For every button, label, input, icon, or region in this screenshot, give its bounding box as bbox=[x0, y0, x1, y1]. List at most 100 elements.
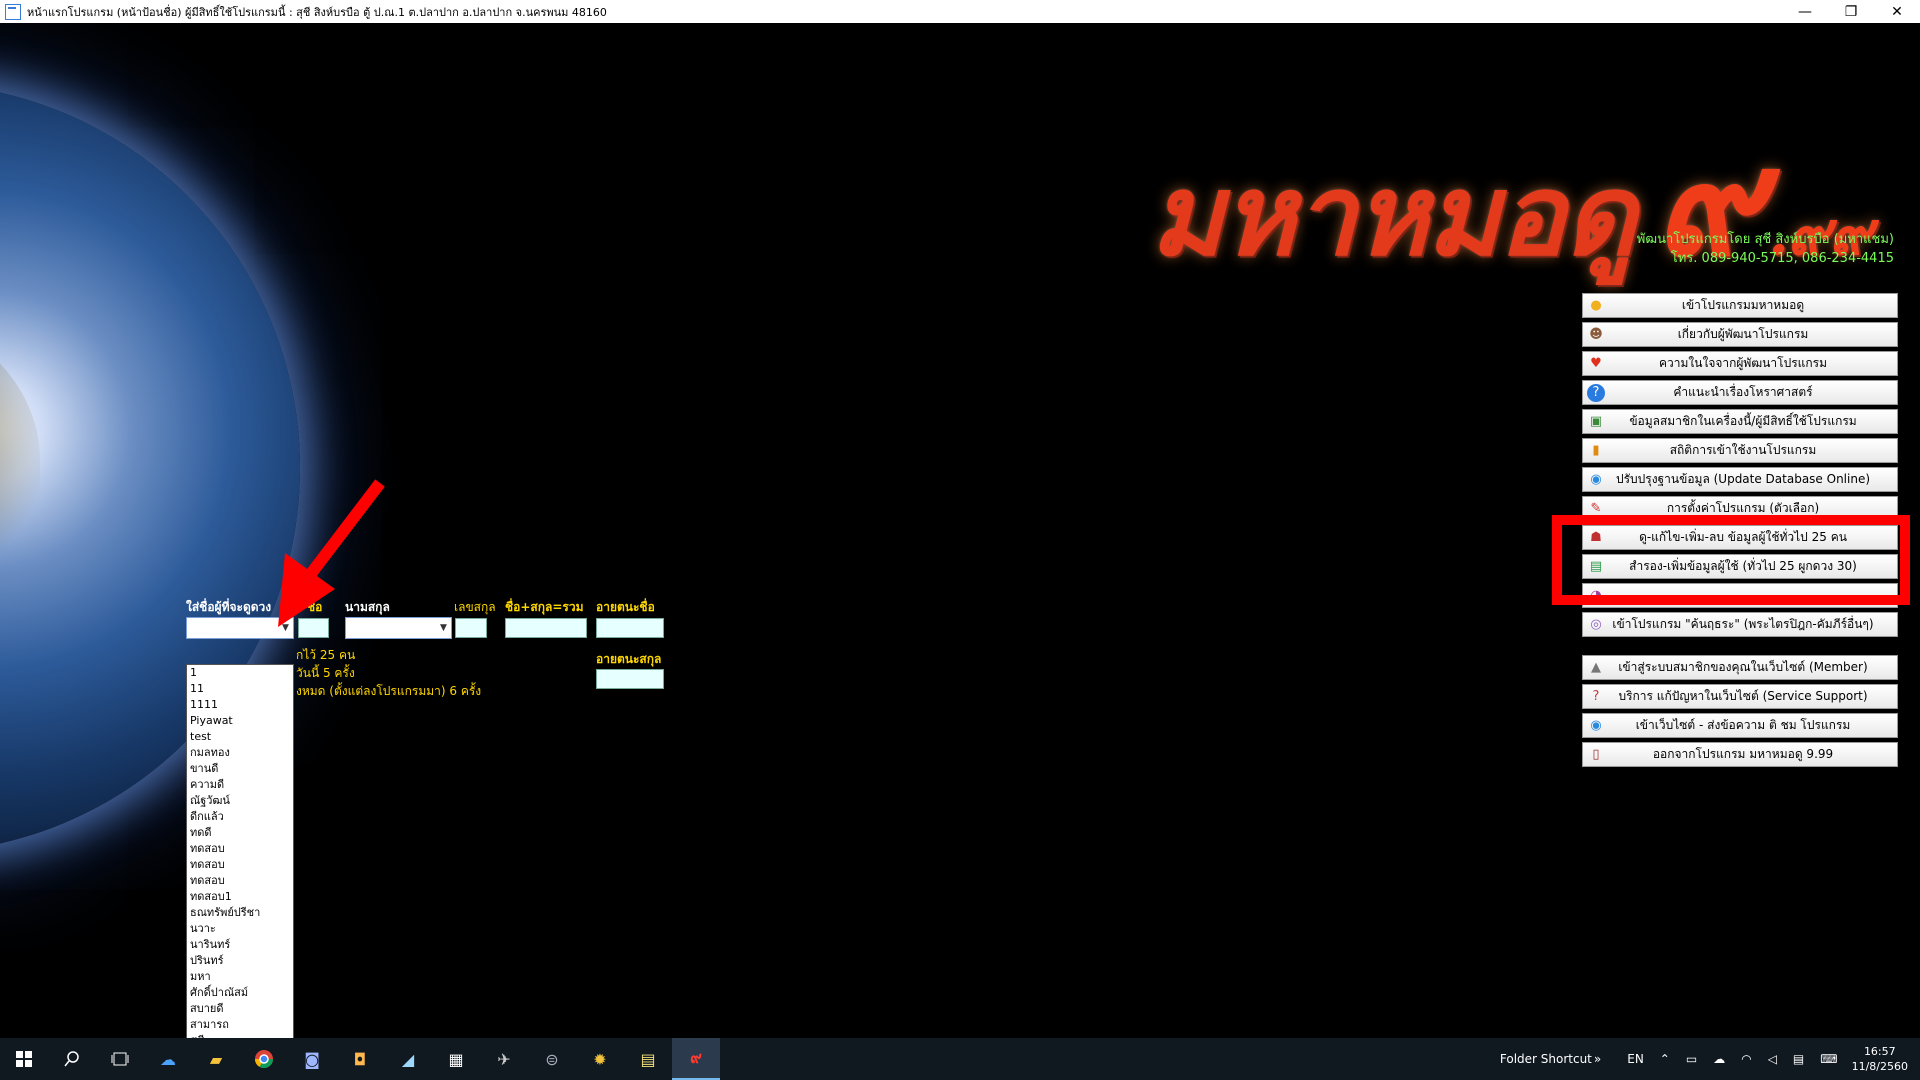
app-home-icon bbox=[5, 3, 21, 20]
menu-button-label: คำแนะนำเรื่องโหราศาสตร์ bbox=[1673, 385, 1813, 399]
red-arrow-icon bbox=[278, 479, 385, 627]
clock-date: 11/8/2560 bbox=[1851, 1060, 1908, 1073]
restore-button[interactable]: ❐ bbox=[1828, 0, 1874, 23]
app-icon-1[interactable]: ◙ bbox=[288, 1038, 336, 1080]
taskbar: ☁ ▰ ◙ ◘ ◢ ▦ ✈ ⊜ ✹ ▤ ๙ Folder Shortcut » … bbox=[0, 1038, 1920, 1080]
age-name-label: อายตนะชื่อ bbox=[596, 600, 655, 614]
menu-button-a-11[interactable]: ◎ เข้าโปรแกรม "ค้นฤธระ" (พระไตรปิฎก-คัมภี… bbox=[1582, 612, 1898, 637]
orb-icon: ● bbox=[1590, 298, 1602, 313]
sum-label: ชื่อ+สกุล=รวม bbox=[505, 600, 584, 614]
language-indicator[interactable]: EN bbox=[1627, 1052, 1644, 1066]
menu-button-a-5[interactable]: ▮ สถิติการเข้าใช้งานโปรแกรม bbox=[1582, 438, 1898, 463]
menu-button-label: เข้าเว็บไซต์ - ส่งข้อความ ติ ชม โปรแกรม bbox=[1635, 718, 1851, 732]
help-icon: ? bbox=[1587, 383, 1605, 402]
age-surname-label: อายตนะสกุล bbox=[596, 652, 662, 666]
search-icon[interactable] bbox=[48, 1038, 96, 1080]
dropdown-option[interactable]: Piyawat bbox=[187, 713, 293, 729]
app-icon-2[interactable]: ◘ bbox=[336, 1038, 384, 1080]
dropdown-option[interactable]: ดีกแล้ว bbox=[187, 809, 293, 825]
person-icon: ☻ bbox=[1589, 327, 1603, 342]
menu-button-label: เกี่ยวกับผู้พัฒนาโปรแกรม bbox=[1677, 327, 1809, 341]
credit-line-2: โทร. 089-940-5715, 086-234-4415 bbox=[1670, 251, 1894, 266]
highlight-box bbox=[1552, 515, 1910, 605]
dropdown-option[interactable]: นวาะ bbox=[187, 921, 293, 937]
menu-button-label: ออกจากโปรแกรม มหาหมอดู 9.99 bbox=[1652, 747, 1834, 761]
menu-button-b-0[interactable]: ▲ เข้าสู่ระบบสมาชิกของคุณในเว็บไซต์ (Memb… bbox=[1582, 655, 1898, 680]
dropdown-option[interactable]: ทดดี bbox=[187, 825, 293, 841]
menu-button-a-0[interactable]: ● เข้าโปรแกรมมหาหมอดู bbox=[1582, 293, 1898, 318]
folder-shortcut-label[interactable]: Folder Shortcut bbox=[1500, 1052, 1592, 1066]
notification-icon[interactable]: ▤ bbox=[1793, 1052, 1804, 1066]
windows-start-icon[interactable] bbox=[0, 1038, 48, 1080]
dropdown-option[interactable]: มหา bbox=[187, 969, 293, 985]
toolbar-chevron-icon[interactable]: » bbox=[1594, 1052, 1601, 1066]
app-icon-4[interactable]: ✈ bbox=[480, 1038, 528, 1080]
dropdown-option[interactable]: ณัฐวัฒน์ bbox=[187, 793, 293, 809]
dropdown-option[interactable]: ขานดี bbox=[187, 761, 293, 777]
minimize-button[interactable]: — bbox=[1782, 0, 1828, 23]
dropdown-option[interactable]: ความดี bbox=[187, 777, 293, 793]
close-button[interactable]: ✕ bbox=[1874, 0, 1920, 23]
clock[interactable]: 16:57 11/8/2560 bbox=[1852, 1044, 1908, 1074]
file-explorer-icon[interactable]: ▰ bbox=[192, 1038, 240, 1080]
dropdown-option[interactable]: ปรินทร์ bbox=[187, 953, 293, 969]
dropdown-option[interactable]: สบายดี bbox=[187, 1001, 293, 1017]
dropdown-option[interactable]: ธณทรัพย์ปรีชา bbox=[187, 905, 293, 921]
question-icon: ? bbox=[1592, 689, 1600, 704]
wifi-icon[interactable]: ◠ bbox=[1741, 1052, 1751, 1066]
age-surname-field[interactable] bbox=[596, 669, 664, 689]
dropdown-option[interactable]: ทดสอบ1 bbox=[187, 889, 293, 905]
sum-field[interactable] bbox=[505, 618, 587, 638]
menu-button-a-6[interactable]: ◉ ปรับปรุงฐานข้อมูล (Update Database Onli… bbox=[1582, 467, 1898, 492]
chevron-down-icon[interactable]: ▼ bbox=[436, 618, 451, 638]
dropdown-option[interactable]: ศักดิ์ปาณัสม์ bbox=[187, 985, 293, 1001]
settings-gear-icon[interactable]: ✹ bbox=[576, 1038, 624, 1080]
dropdown-option[interactable]: นารินทร์ bbox=[187, 937, 293, 953]
menu-button-a-2[interactable]: ♥ ความในใจจากผู้พัฒนาโปรแกรม bbox=[1582, 351, 1898, 376]
onedrive-icon[interactable]: ☁ bbox=[144, 1038, 192, 1080]
dropdown-option[interactable]: 1 bbox=[187, 665, 293, 681]
menu-button-a-4[interactable]: ▣ ข้อมูลสมาชิกในเครื่องนี้/ผู้มีสิทธิ์ใช้… bbox=[1582, 409, 1898, 434]
person-dropdown-list[interactable]: 1 11 1111 Piyawat test กมลทอง ขานดี ความดี ณัฐวั… bbox=[186, 664, 294, 1038]
menu-button-a-1[interactable]: ☻ เกี่ยวกับผู้พัฒนาโปรแกรม bbox=[1582, 322, 1898, 347]
menu-button-label: บริการ แก้ปัญหาในเว็บไซต์ (Service Suppo… bbox=[1618, 689, 1868, 703]
credit-line-1: พัฒนาโปรแกรมโดย สุชี สิงห์บรบือ (มหาแชม) bbox=[1636, 232, 1894, 247]
chrome-icon[interactable] bbox=[240, 1038, 288, 1080]
dropdown-option[interactable]: ทดสอบ bbox=[187, 841, 293, 857]
dropdown-option[interactable]: test bbox=[187, 729, 293, 745]
menu-button-b-1[interactable]: ? บริการ แก้ปัญหาในเว็บไซต์ (Service Supp… bbox=[1582, 684, 1898, 709]
menu-button-b-2[interactable]: ◉ เข้าเว็บไซต์ - ส่งข้อความ ติ ชม โปรแกรม bbox=[1582, 713, 1898, 738]
cloud-icon[interactable]: ☁ bbox=[1713, 1052, 1725, 1066]
task-view-icon[interactable] bbox=[96, 1038, 144, 1080]
volume-icon[interactable]: ◁ bbox=[1768, 1052, 1777, 1066]
chart-icon: ▮ bbox=[1592, 443, 1600, 458]
system-tray: Folder Shortcut » EN ⌃ ▭ ☁ ◠ ◁ ▤ ⌨ 16:57… bbox=[1492, 1038, 1920, 1080]
calculator-icon[interactable]: ▦ bbox=[432, 1038, 480, 1080]
notepad-icon[interactable]: ▤ bbox=[624, 1038, 672, 1080]
keyboard-icon[interactable]: ⌨ bbox=[1820, 1052, 1837, 1066]
dropdown-option[interactable]: ทดสอบ bbox=[187, 873, 293, 889]
app-icon-5[interactable]: ⊜ bbox=[528, 1038, 576, 1080]
exit-icon: ▯ bbox=[1592, 747, 1600, 762]
surname-number-label: เลขสกุล bbox=[454, 600, 496, 614]
mahamordu-app-icon[interactable]: ๙ bbox=[672, 1038, 720, 1080]
menu-button-label: ปรับปรุงฐานข้อมูล (Update Database Onlin… bbox=[1615, 472, 1871, 486]
age-name-field[interactable] bbox=[596, 618, 664, 638]
globe-icon: ◉ bbox=[1590, 718, 1602, 733]
battery-icon[interactable]: ▭ bbox=[1686, 1052, 1697, 1066]
dropdown-option[interactable]: สามารถ bbox=[187, 1017, 293, 1033]
surname-number-field[interactable] bbox=[455, 618, 487, 638]
app-logo: มหาหมอดู๙.๙๙ bbox=[1150, 83, 1873, 321]
dropdown-option[interactable]: 11 bbox=[187, 681, 293, 697]
menu-button-a-3[interactable]: ? คำแนะนำเรื่องโหราศาสตร์ bbox=[1582, 380, 1898, 405]
menu-button-b-3[interactable]: ▯ ออกจากโปรแกรม มหาหมอดู 9.99 bbox=[1582, 742, 1898, 767]
heart-icon: ♥ bbox=[1590, 356, 1602, 371]
dropdown-option[interactable]: 1111 bbox=[187, 697, 293, 713]
dropdown-option[interactable]: กมลทอง bbox=[187, 745, 293, 761]
dropdown-option[interactable]: ทดสอบ bbox=[187, 857, 293, 873]
app-icon-3[interactable]: ◢ bbox=[384, 1038, 432, 1080]
chevron-up-icon[interactable]: ⌃ bbox=[1660, 1052, 1670, 1066]
window-controls: — ❐ ✕ bbox=[1782, 0, 1920, 23]
lock-icon: ▲ bbox=[1591, 660, 1601, 675]
window-title: หน้าแรกโปรแกรม (หน้าป้อนชื่อ) ผู้มีสิทธิ… bbox=[27, 5, 607, 19]
